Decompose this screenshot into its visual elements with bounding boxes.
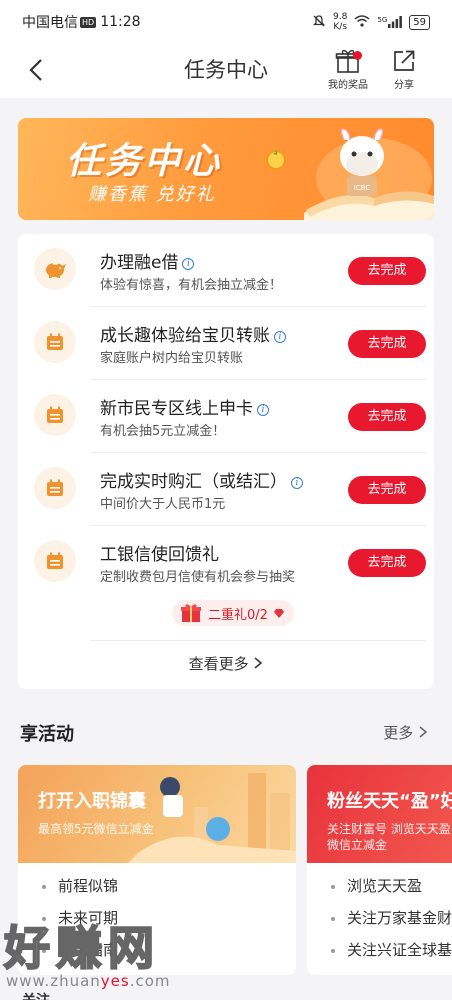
- nav-bar: 任务中心 我的奖品 分享: [0, 44, 452, 98]
- network-speed: 9.8 K/s: [333, 12, 347, 32]
- activity-card-fans[interactable]: 粉丝天天“盈”好 关注财富号 浏览天天盈 领微信立减金 浏览天天盈 关注万家基金…: [307, 765, 452, 975]
- diamond-icon: [273, 609, 284, 618]
- view-more-label: 查看更多: [188, 655, 249, 673]
- share-button[interactable]: 分享: [376, 48, 432, 94]
- activity-card-list: 前程似锦 未来可期 使用指南: [18, 870, 296, 966]
- my-prizes-label: 我的奖品: [328, 80, 368, 91]
- info-icon[interactable]: i: [291, 477, 303, 489]
- speed-value: 9.8: [333, 12, 348, 22]
- battery-indicator: 59: [409, 14, 430, 30]
- task-item: 完成实时购汇（或结汇） i 中间价大于人民币1元 去完成: [18, 453, 434, 526]
- task-item: 办理融e借 i 体验有惊喜，有机会抽立减金！ 去完成: [18, 234, 434, 307]
- task-title: 完成实时购汇（或结汇） i: [100, 467, 303, 492]
- view-more-button[interactable]: 查看更多: [18, 653, 434, 674]
- list-item: 浏览天天盈: [307, 870, 452, 902]
- go-complete-button[interactable]: 去完成: [348, 476, 426, 504]
- share-label: 分享: [394, 80, 414, 91]
- signal-icon: 5G: [377, 16, 403, 28]
- task-item: 工银信使回馈礼 定制收费包月信使有机会参与抽奖 去完成: [18, 526, 434, 599]
- second-reward-label: 二重礼0/2: [208, 607, 268, 623]
- city-illustration: [128, 773, 296, 863]
- mascot-book-illustration: ICBC: [266, 128, 434, 220]
- share-icon: [394, 50, 415, 71]
- chevron-right-icon: [419, 726, 428, 738]
- activities-more-label: 更多: [383, 724, 414, 742]
- task-description: 定制收费包月信使有机会参与抽奖: [100, 570, 296, 585]
- gift-icon: [181, 604, 201, 622]
- task-title-text: 成长趣体验给宝贝转账: [100, 326, 270, 346]
- task-item: 新市民专区线上申卡 i 有机会抽5元立减金！ 去完成: [18, 380, 434, 453]
- go-complete-button[interactable]: 去完成: [348, 330, 426, 358]
- activities-section-title: 享活动: [20, 724, 74, 745]
- go-complete-button[interactable]: 去完成: [348, 257, 426, 285]
- next-section-peek: 关注: [22, 990, 50, 1000]
- task-title-text: 工银信使回馈礼: [100, 545, 219, 565]
- task-center-banner[interactable]: 任务中心 赚香蕉 兑好礼 ICBC: [18, 118, 434, 220]
- divider: [90, 640, 426, 641]
- activity-card-onboarding[interactable]: 打开入职锦囊 最高领5元微信立减金 前程似锦 未来可期 使用指南: [18, 765, 296, 975]
- info-icon[interactable]: i: [182, 258, 195, 270]
- task-item: 成长趣体验给宝贝转账 i 家庭账户树内给宝贝转账 去完成: [18, 307, 434, 380]
- activity-card-subtitle: 关注财富号 浏览天天盈 领微信立减金: [327, 822, 452, 852]
- info-icon[interactable]: i: [274, 331, 286, 343]
- task-description: 体验有惊喜，有机会抽立减金！: [100, 278, 283, 293]
- task-description: 有机会抽5元立减金！: [100, 424, 226, 439]
- calendar-icon: [34, 321, 76, 363]
- task-description: 家庭账户树内给宝贝转账: [100, 351, 244, 366]
- calendar-icon: [34, 467, 76, 509]
- task-title: 工银信使回馈礼: [100, 540, 219, 565]
- list-item: 关注万家基金财富号: [307, 902, 452, 934]
- task-title: 成长趣体验给宝贝转账 i: [100, 321, 286, 346]
- list-item: 使用指南: [18, 934, 296, 966]
- second-reward-pill[interactable]: 二重礼0/2: [172, 600, 294, 626]
- task-title: 新市民专区线上申卡 i: [100, 394, 269, 419]
- task-title: 办理融e借 i: [100, 248, 195, 273]
- activity-card-header: 打开入职锦囊 最高领5元微信立减金: [18, 765, 296, 863]
- task-list-card: 办理融e借 i 体验有惊喜，有机会抽立减金！ 去完成 成长趣体验给宝贝转账 i 家庭…: [18, 234, 434, 689]
- go-complete-button[interactable]: 去完成: [348, 549, 426, 577]
- activity-card-list: 浏览天天盈 关注万家基金财富号 关注兴证全球基金: [307, 870, 452, 966]
- activity-card-header: 粉丝天天“盈”好 关注财富号 浏览天天盈 领微信立减金: [307, 765, 452, 863]
- activities-more-button[interactable]: 更多: [383, 722, 428, 743]
- list-item: 前程似锦: [18, 870, 296, 902]
- my-prizes-button[interactable]: 我的奖品: [320, 48, 376, 94]
- chevron-right-icon: [254, 657, 263, 669]
- status-bar: 中国电信 HD 11:28 9.8 K/s 5G 59: [0, 0, 452, 44]
- hd-badge: HD: [80, 16, 97, 28]
- task-title-text: 完成实时购汇（或结汇）: [100, 472, 287, 492]
- activity-card-title: 粉丝天天“盈”好: [327, 791, 452, 812]
- carrier-label: 中国电信: [22, 15, 78, 31]
- task-title-text: 新市民专区线上申卡: [100, 399, 253, 419]
- banner-title: 任务中心: [66, 141, 223, 182]
- network-type: 5G: [377, 16, 388, 24]
- calendar-icon: [34, 540, 76, 582]
- list-item: 关注兴证全球基金: [307, 934, 452, 966]
- piggy-bank-icon: [34, 248, 76, 290]
- activity-card-subtitle: 最高领5元微信立减金: [38, 822, 154, 836]
- info-icon[interactable]: i: [257, 404, 269, 416]
- task-description: 中间价大于人民币1元: [100, 497, 226, 512]
- notification-dot: [353, 51, 362, 60]
- wifi-icon: [354, 14, 370, 30]
- calendar-icon: [34, 394, 76, 436]
- banner-subtitle: 赚香蕉 兑好礼: [88, 184, 216, 205]
- go-complete-button[interactable]: 去完成: [348, 403, 426, 431]
- activity-card-title: 打开入职锦囊: [38, 791, 146, 812]
- banner-brand-text: ICBC: [354, 184, 371, 192]
- mute-icon: [312, 14, 326, 31]
- clock: 11:28: [100, 14, 141, 30]
- speed-unit: K/s: [333, 22, 348, 32]
- chevron-left-icon: [29, 59, 42, 81]
- list-item: 未来可期: [18, 902, 296, 934]
- task-title-text: 办理融e借: [100, 253, 179, 273]
- back-button[interactable]: [22, 55, 52, 85]
